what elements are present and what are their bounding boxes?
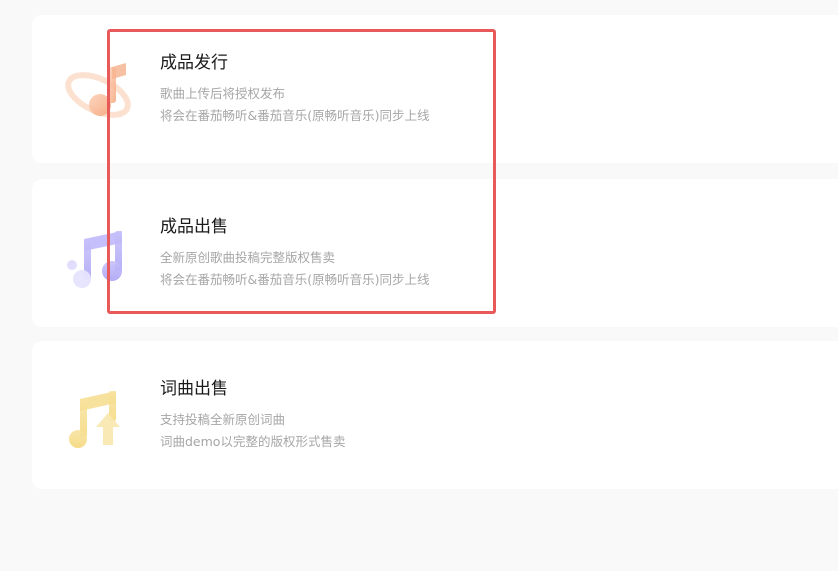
card-sale[interactable]: 成品出售 全新原创歌曲投稿完整版权售卖 将会在番茄畅听&番茄音乐(原畅听音乐)同… xyxy=(32,179,838,327)
card-desc-line-2: 词曲demo以完整的版权形式售卖 xyxy=(160,434,346,449)
card-title: 成品发行 xyxy=(160,53,228,73)
music-note-upload-icon xyxy=(62,385,138,461)
card-desc-line-1: 支持投稿全新原创词曲 xyxy=(160,412,286,427)
card-desc-line-2: 将会在番茄畅听&番茄音乐(原畅听音乐)同步上线 xyxy=(160,272,430,287)
card-desc-line-1: 全新原创歌曲投稿完整版权售卖 xyxy=(160,250,336,265)
card-title: 词曲出售 xyxy=(160,379,228,399)
music-note-ring-icon xyxy=(62,59,138,135)
card-lyrics-sale[interactable]: 词曲出售 支持投稿全新原创词曲 词曲demo以完整的版权形式售卖 xyxy=(32,341,838,489)
card-desc-line-2: 将会在番茄畅听&番茄音乐(原畅听音乐)同步上线 xyxy=(160,108,430,123)
card-desc-line-1: 歌曲上传后将授权发布 xyxy=(160,86,286,101)
music-notes-icon xyxy=(62,223,138,299)
card-title: 成品出售 xyxy=(160,217,228,237)
card-release[interactable]: 成品发行 歌曲上传后将授权发布 将会在番茄畅听&番茄音乐(原畅听音乐)同步上线 xyxy=(32,15,838,163)
